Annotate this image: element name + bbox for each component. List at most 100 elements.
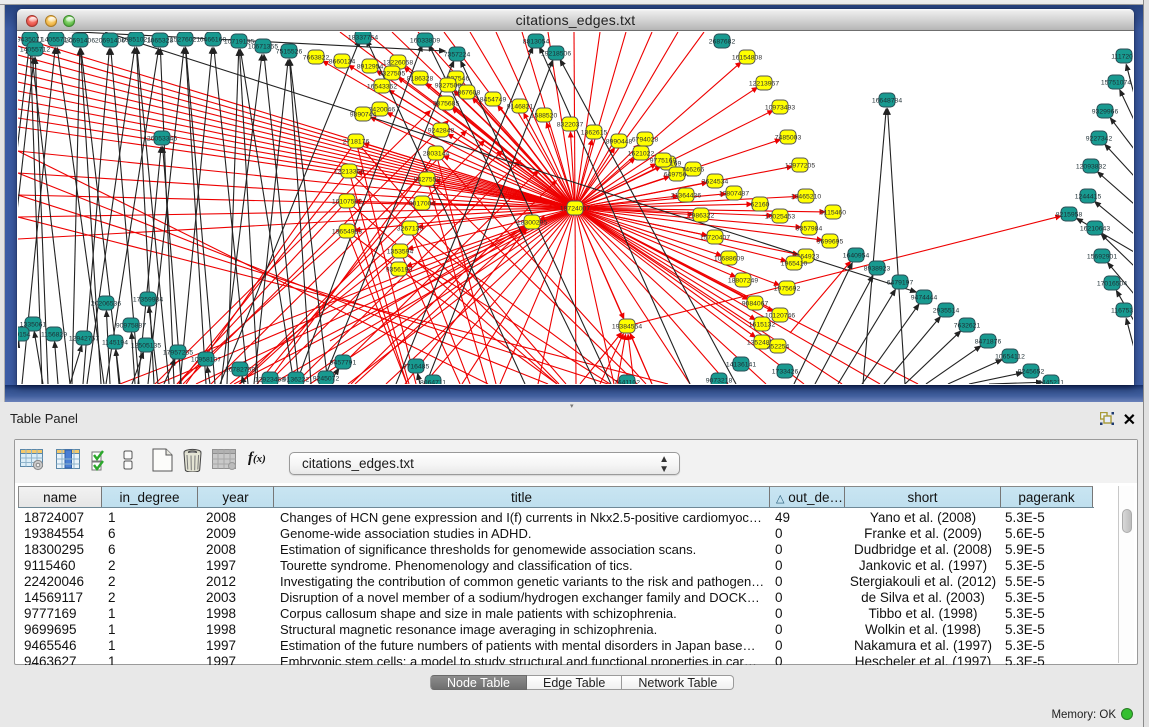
svg-text:19465210: 19465210 bbox=[791, 194, 821, 201]
svg-text:13226058: 13226058 bbox=[383, 60, 413, 67]
svg-text:8990448: 8990448 bbox=[606, 139, 633, 146]
svg-text:2935514: 2935514 bbox=[933, 308, 960, 315]
svg-text:9227342: 9227342 bbox=[1086, 136, 1113, 143]
svg-text:9356190: 9356190 bbox=[386, 267, 413, 274]
svg-text:9245072: 9245072 bbox=[313, 376, 340, 383]
svg-text:12213967: 12213967 bbox=[749, 81, 779, 88]
svg-text:8912954: 8912954 bbox=[357, 64, 384, 71]
svg-text:1156829: 1156829 bbox=[41, 332, 67, 339]
svg-text:17016504: 17016504 bbox=[1097, 281, 1127, 288]
svg-text:7663822: 7663822 bbox=[303, 55, 330, 62]
svg-text:1588520: 1588520 bbox=[531, 113, 558, 120]
svg-text:9327505: 9327505 bbox=[379, 71, 406, 78]
svg-text:3624534: 3624534 bbox=[702, 179, 729, 186]
svg-text:10654112: 10654112 bbox=[995, 354, 1025, 361]
svg-text:9146821: 9146821 bbox=[507, 104, 534, 111]
svg-text:252254: 252254 bbox=[767, 344, 790, 351]
svg-text:1615132: 1615132 bbox=[749, 322, 776, 329]
svg-text:10688609: 10688609 bbox=[714, 256, 744, 263]
svg-text:1965410: 1965410 bbox=[781, 261, 808, 268]
svg-text:1244415: 1244415 bbox=[1075, 194, 1102, 201]
svg-text:9242848: 9242848 bbox=[428, 128, 455, 135]
svg-text:19654983: 19654983 bbox=[332, 229, 362, 236]
svg-text:9699695: 9699695 bbox=[817, 239, 844, 246]
svg-text:1975692: 1975692 bbox=[774, 286, 801, 293]
svg-text:18337754: 18337754 bbox=[348, 35, 378, 42]
svg-text:18300295: 18300295 bbox=[517, 220, 547, 227]
svg-text:1362615: 1362615 bbox=[581, 130, 608, 137]
svg-text:20206536: 20206536 bbox=[91, 301, 121, 308]
svg-text:9775169: 9775169 bbox=[650, 158, 677, 165]
svg-text:3875685: 3875685 bbox=[433, 101, 460, 108]
svg-text:9115460: 9115460 bbox=[820, 210, 846, 217]
svg-text:10671355: 10671355 bbox=[248, 44, 278, 51]
svg-text:19218506: 19218506 bbox=[541, 51, 571, 58]
svg-text:17957255: 17957255 bbox=[163, 350, 193, 357]
svg-text:8427552: 8427552 bbox=[414, 177, 441, 184]
svg-text:16782759: 16782759 bbox=[225, 367, 255, 374]
svg-text:2718176: 2718176 bbox=[343, 139, 370, 146]
svg-text:12213369: 12213369 bbox=[334, 169, 364, 176]
svg-text:12923468: 12923468 bbox=[255, 377, 285, 384]
svg-text:9457791: 9457791 bbox=[330, 360, 357, 367]
svg-text:12093832: 12093832 bbox=[1076, 164, 1106, 171]
svg-text:2803144: 2803144 bbox=[423, 151, 450, 158]
svg-text:12977205: 12977205 bbox=[785, 163, 815, 170]
svg-text:9357984: 9357984 bbox=[796, 226, 823, 233]
svg-text:16210643: 16210643 bbox=[1080, 226, 1110, 233]
svg-text:2687682: 2687682 bbox=[709, 39, 736, 46]
svg-text:8215958: 8215958 bbox=[1056, 212, 1083, 219]
svg-text:8813054: 8813054 bbox=[523, 39, 550, 46]
svg-text:9327508: 9327508 bbox=[435, 83, 462, 90]
svg-text:1117208: 1117208 bbox=[1111, 54, 1133, 61]
svg-text:7485003: 7485003 bbox=[775, 135, 802, 142]
svg-text:14136141: 14136141 bbox=[726, 362, 756, 369]
svg-text:2867608: 2867608 bbox=[454, 90, 481, 97]
svg-text:62160: 62160 bbox=[751, 202, 770, 209]
svg-text:39154: 39154 bbox=[18, 332, 31, 339]
svg-text:1167533: 1167533 bbox=[1111, 308, 1133, 315]
svg-text:8186328: 8186328 bbox=[407, 76, 434, 83]
svg-text:16543362: 16543362 bbox=[367, 84, 397, 91]
svg-text:8938923: 8938923 bbox=[864, 266, 891, 273]
svg-text:6479197: 6479197 bbox=[887, 280, 914, 287]
svg-text:90975887: 90975887 bbox=[116, 323, 146, 330]
svg-text:16107552: 16107552 bbox=[332, 199, 362, 206]
svg-text:9017004: 9017004 bbox=[409, 201, 436, 208]
svg-text:10025453: 10025453 bbox=[765, 214, 795, 221]
svg-text:10807487: 10807487 bbox=[719, 191, 749, 198]
svg-text:18724007: 18724007 bbox=[560, 206, 590, 213]
svg-text:9716485: 9716485 bbox=[403, 364, 430, 371]
svg-text:19384554: 19384554 bbox=[612, 324, 642, 331]
svg-text:15276021: 15276021 bbox=[170, 37, 200, 44]
svg-text:3267130: 3267130 bbox=[397, 226, 424, 233]
svg-text:9890744: 9890744 bbox=[350, 112, 377, 119]
svg-text:7357224: 7357224 bbox=[444, 52, 471, 59]
svg-text:7632621: 7632621 bbox=[954, 323, 981, 330]
svg-text:8471876: 8471876 bbox=[975, 339, 1002, 346]
svg-text:8064711: 8064711 bbox=[420, 380, 446, 385]
svg-text:20691406: 20691406 bbox=[65, 38, 95, 45]
svg-text:9329966: 9329966 bbox=[1092, 109, 1119, 116]
svg-text:26053346: 26053346 bbox=[147, 136, 177, 143]
svg-text:9245652: 9245652 bbox=[1018, 369, 1045, 376]
svg-text:7641102: 7641102 bbox=[614, 380, 640, 385]
svg-text:9136222: 9136222 bbox=[283, 377, 310, 384]
svg-text:15692901: 15692901 bbox=[1087, 254, 1117, 261]
svg-text:8660124: 8660124 bbox=[329, 59, 356, 66]
svg-text:7515526: 7515526 bbox=[276, 49, 303, 56]
svg-text:1640954: 1640954 bbox=[843, 253, 870, 260]
svg-text:14055712: 14055712 bbox=[20, 47, 50, 54]
svg-text:1621022: 1621022 bbox=[628, 151, 655, 158]
svg-text:12942757: 12942757 bbox=[69, 336, 99, 343]
svg-text:9084067: 9084067 bbox=[742, 301, 769, 308]
svg-text:16154808: 16154808 bbox=[732, 55, 762, 62]
svg-text:1733426: 1733426 bbox=[772, 369, 799, 376]
svg-text:7986322: 7986322 bbox=[688, 213, 715, 220]
svg-text:9445211: 9445211 bbox=[1038, 380, 1064, 385]
svg-text:746266: 746266 bbox=[682, 167, 705, 174]
svg-text:17359934: 17359934 bbox=[133, 297, 163, 304]
svg-text:1145194: 1145194 bbox=[102, 340, 128, 347]
svg-text:12505135: 12505135 bbox=[131, 343, 161, 350]
svg-text:15720407: 15720407 bbox=[700, 235, 730, 242]
